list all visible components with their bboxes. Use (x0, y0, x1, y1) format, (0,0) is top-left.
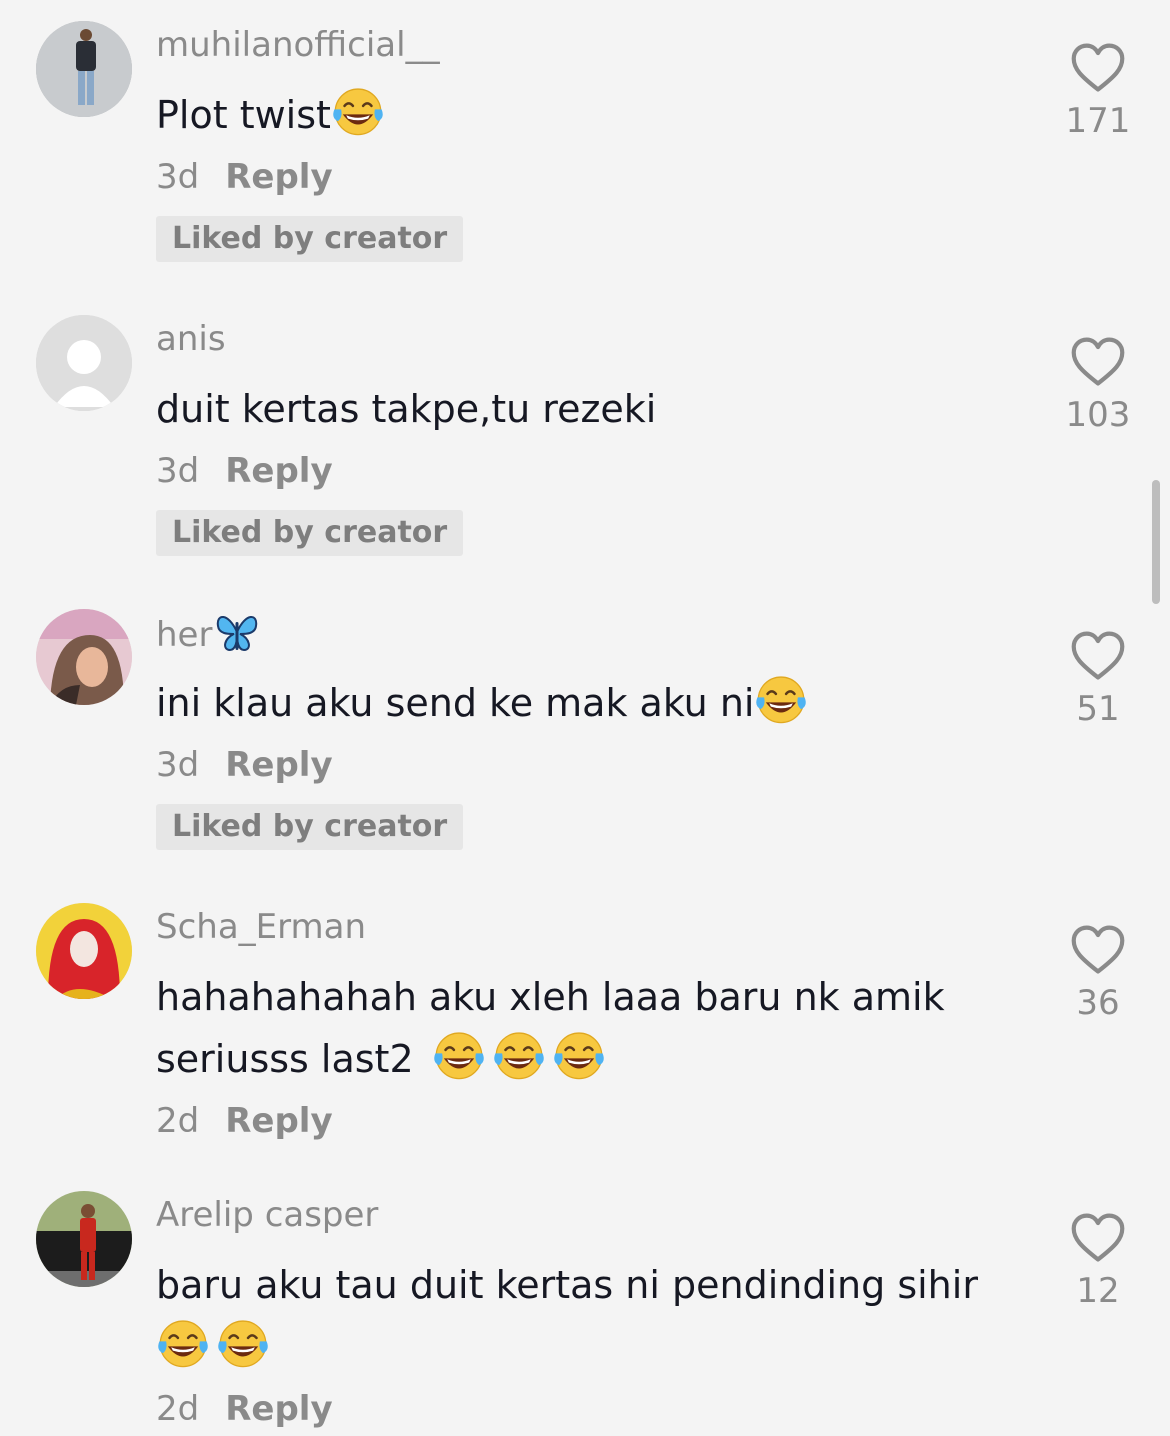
heart-icon[interactable] (1070, 630, 1126, 682)
comment-username[interactable]: muhilanofficial__ (156, 22, 1016, 70)
comment-item: muhilanofficial__ Plot twist 3d Reply Lik… (0, 0, 1170, 294)
comment-meta: 3d Reply (156, 152, 1016, 204)
avatar-man-standing-icon (36, 21, 132, 117)
avatar-man-car-icon (36, 1191, 132, 1287)
comment-time: 3d (156, 157, 200, 197)
like-column: 36 (1056, 924, 1140, 1024)
scrollbar[interactable] (1152, 480, 1160, 604)
liked-by-creator-badge: Liked by creator (156, 804, 464, 850)
butterfly-emoji-icon (217, 616, 258, 652)
comment-text: Plot twist (156, 84, 1016, 146)
heart-icon[interactable] (1070, 924, 1126, 976)
like-column: 12 (1056, 1212, 1140, 1312)
joy-emoji-icon (331, 84, 385, 138)
comment-text: baru aku tau duit kertas ni pendinding s… (156, 1254, 1016, 1378)
comment-username[interactable]: her (156, 610, 1016, 658)
comment-text: duit kertas takpe,tu rezeki (156, 378, 1016, 440)
avatar-woman-hijab-icon (36, 609, 132, 705)
avatar[interactable] (36, 1191, 132, 1287)
comment-item: her ini klau aku send ke mak aku ni 3d Re… (0, 588, 1170, 882)
comment-username[interactable]: Scha_Erman (156, 904, 1016, 952)
default-avatar-icon (36, 315, 132, 411)
comment-item: anis duit kertas takpe,tu rezeki 3d Reply… (0, 294, 1170, 588)
reply-button[interactable]: Reply (225, 745, 332, 785)
comment-text: hahahahahah aku xleh laaa baru nk amik s… (156, 966, 1016, 1090)
comment-text-content: duit kertas takpe,tu rezeki (156, 387, 657, 431)
joy-emoji-icon (552, 1028, 606, 1082)
like-count: 103 (1065, 395, 1131, 435)
comment-username-text: her (156, 615, 213, 655)
comment-list: muhilanofficial__ Plot twist 3d Reply Lik… (0, 0, 1170, 1429)
comment-text: ini klau aku send ke mak aku ni (156, 672, 1016, 734)
comment-item: Arelip casper baru aku tau duit kertas n… (0, 1170, 1170, 1429)
joy-emoji-icon (754, 672, 808, 726)
heart-icon[interactable] (1070, 42, 1126, 94)
comment-meta: 3d Reply (156, 740, 1016, 792)
avatar[interactable] (36, 609, 132, 705)
reply-button[interactable]: Reply (225, 451, 332, 491)
comment-username[interactable]: anis (156, 316, 1016, 364)
comment-time: 3d (156, 451, 200, 491)
comment-item: Scha_Erman hahahahahah aku xleh laaa bar… (0, 882, 1170, 1170)
liked-by-creator-badge: Liked by creator (156, 510, 464, 556)
joy-emoji-icon (432, 1028, 486, 1082)
like-column: 171 (1056, 42, 1140, 142)
comment-time: 2d (156, 1389, 200, 1429)
like-column: 103 (1056, 336, 1140, 436)
avatar[interactable] (36, 315, 132, 411)
heart-icon[interactable] (1070, 1212, 1126, 1264)
like-count: 36 (1076, 983, 1120, 1023)
comment-meta: 2d Reply (156, 1384, 1016, 1436)
like-count: 12 (1076, 1271, 1120, 1311)
like-count: 171 (1065, 101, 1131, 141)
heart-icon[interactable] (1070, 336, 1126, 388)
comment-text-content: ini klau aku send ke mak aku ni (156, 681, 755, 725)
comment-text-content: hahahahahah aku xleh laaa baru nk amik s… (156, 975, 945, 1081)
like-count: 51 (1076, 689, 1120, 729)
reply-button[interactable]: Reply (225, 1389, 332, 1429)
comment-username[interactable]: Arelip casper (156, 1192, 1016, 1240)
comment-time: 2d (156, 1101, 200, 1141)
reply-button[interactable]: Reply (225, 1101, 332, 1141)
avatar-red-hijab-icon (36, 903, 132, 999)
liked-by-creator-badge: Liked by creator (156, 216, 464, 262)
avatar[interactable] (36, 903, 132, 999)
like-column: 51 (1056, 630, 1140, 730)
comment-time: 3d (156, 745, 200, 785)
joy-emoji-icon (216, 1316, 270, 1370)
joy-emoji-icon (156, 1316, 210, 1370)
comment-meta: 2d Reply (156, 1096, 1016, 1148)
comment-text-content: Plot twist (156, 93, 331, 137)
comment-meta: 3d Reply (156, 446, 1016, 498)
comment-text-content: baru aku tau duit kertas ni pendinding s… (156, 1263, 978, 1307)
joy-emoji-icon (492, 1028, 546, 1082)
avatar[interactable] (36, 21, 132, 117)
reply-button[interactable]: Reply (225, 157, 332, 197)
